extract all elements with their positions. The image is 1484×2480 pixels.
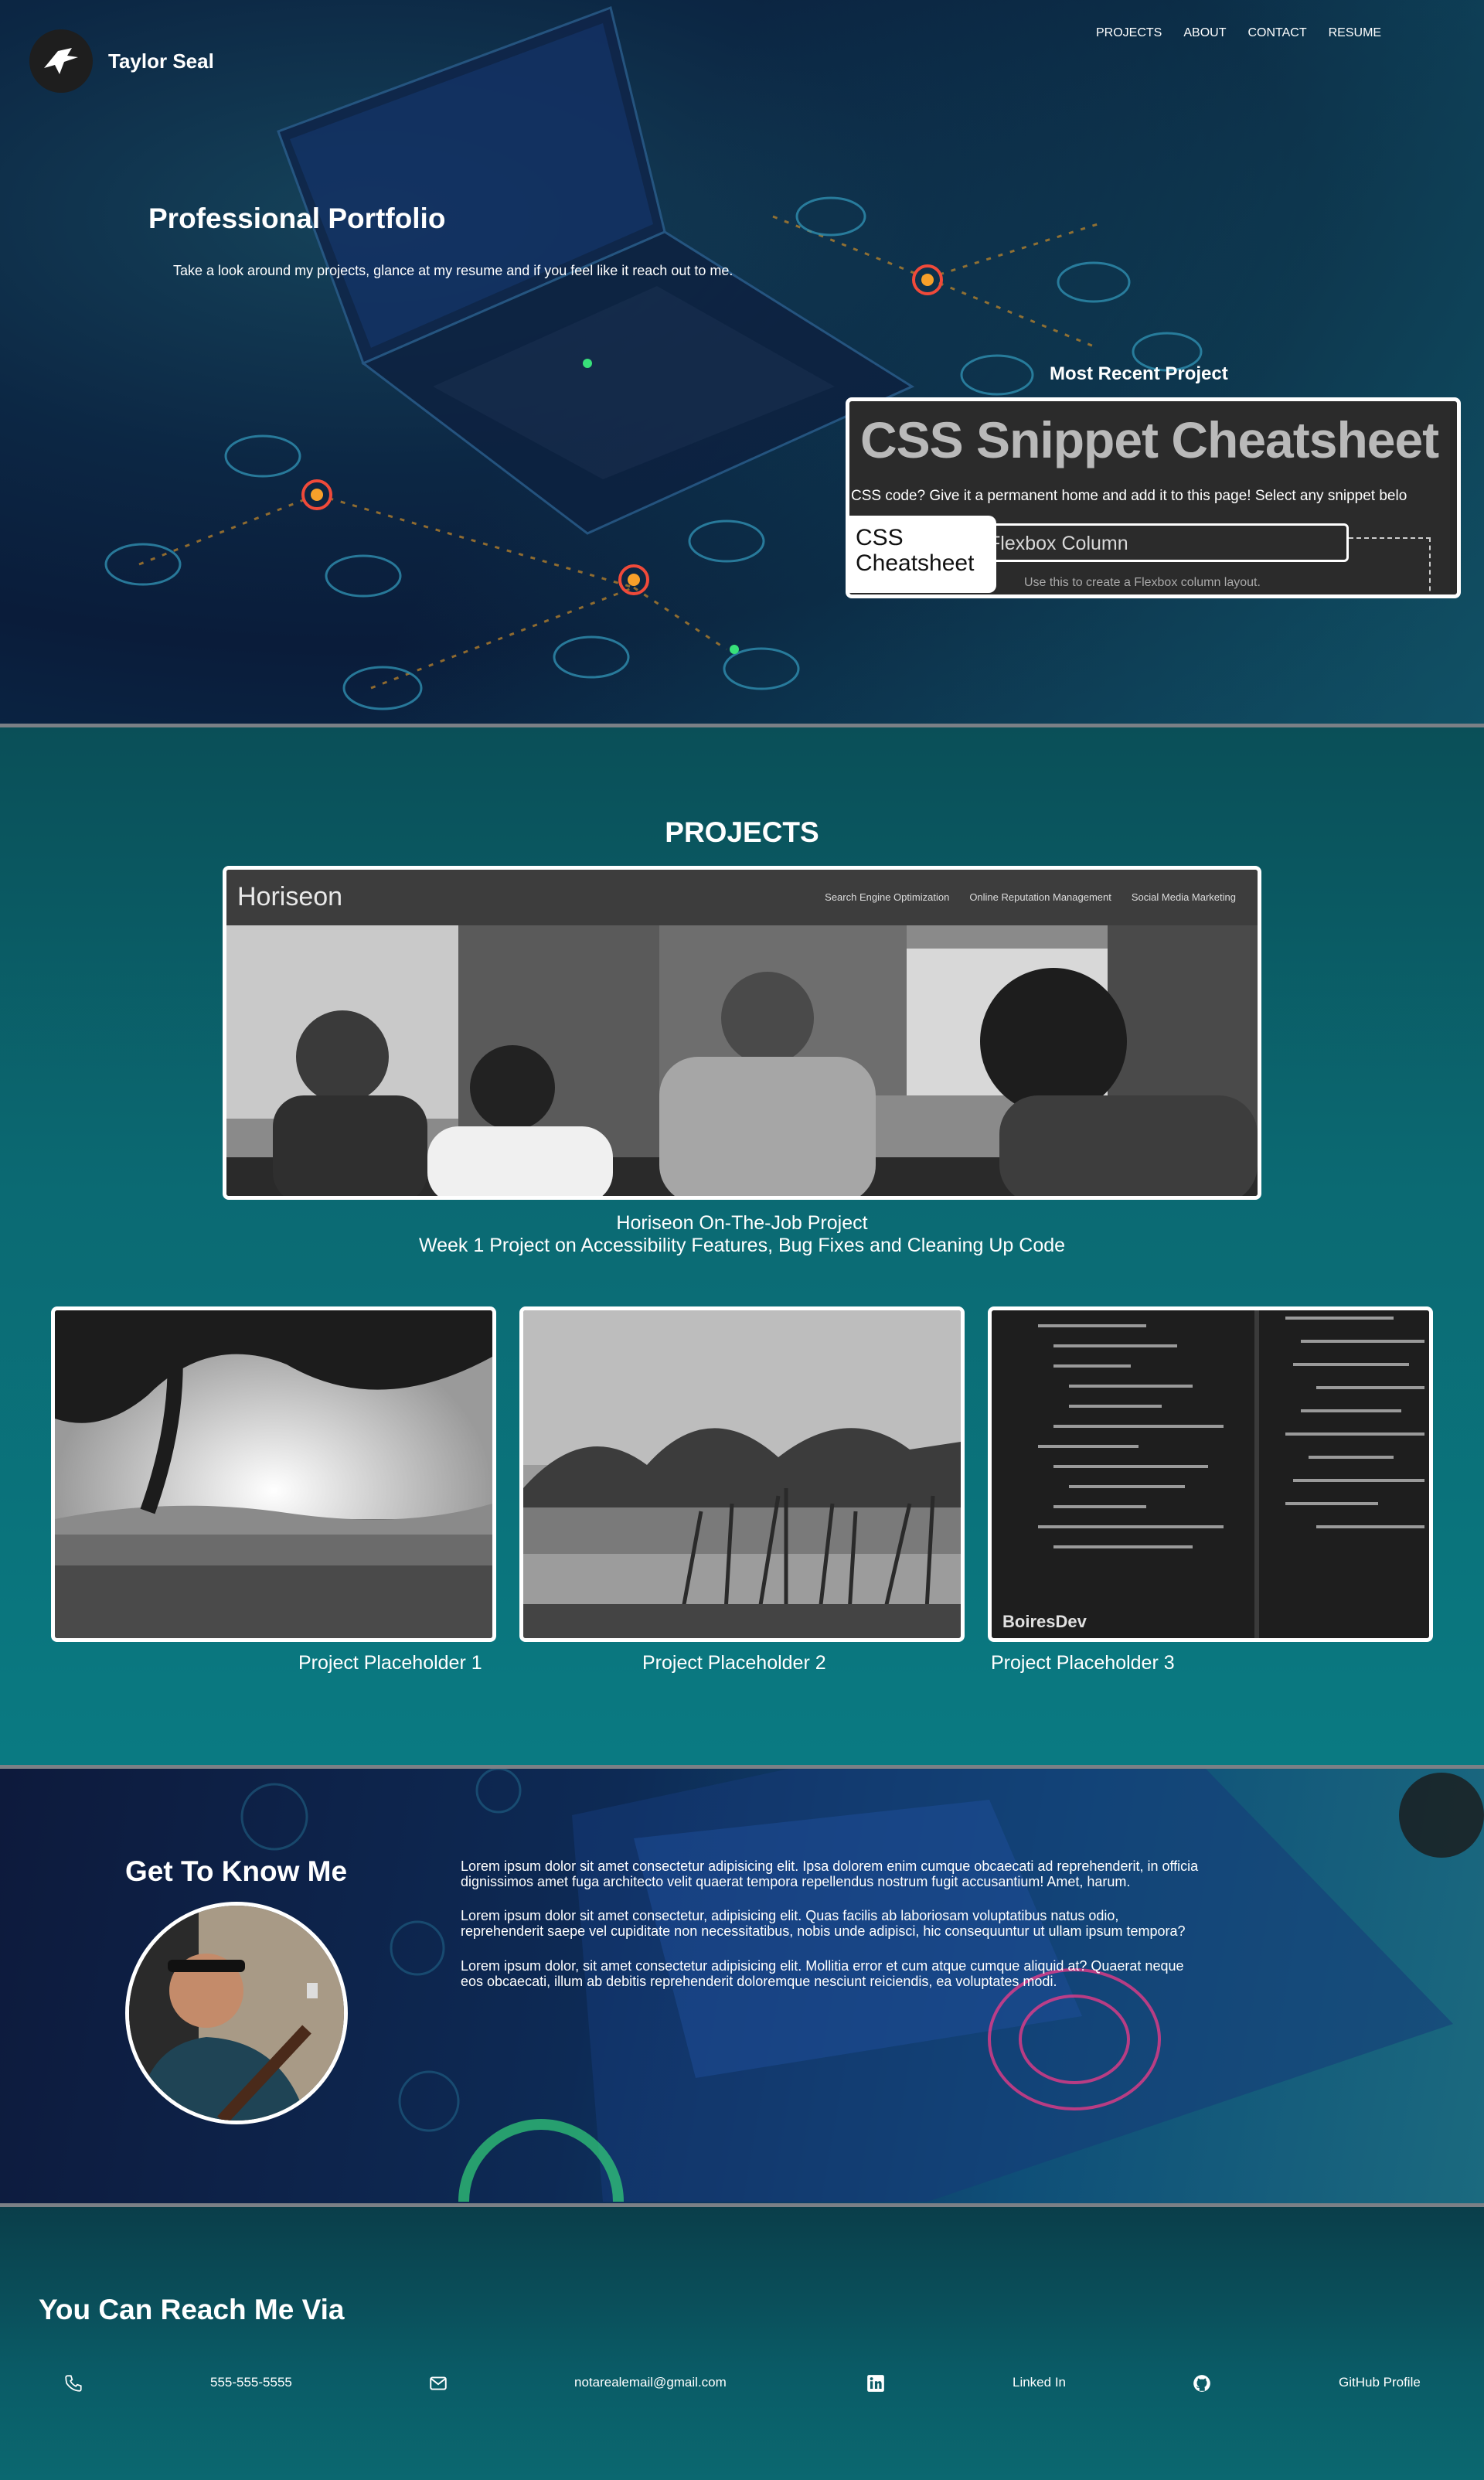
about-title: Get To Know Me bbox=[125, 1855, 348, 1887]
email-link[interactable]: notarealemail@gmail.com bbox=[574, 2375, 727, 2390]
team-meeting-photo bbox=[226, 925, 1258, 1196]
featured-project-caption: Horiseon On-The-Job Project Week 1 Proje… bbox=[0, 1212, 1484, 1257]
most-recent-project-label: Most Recent Project bbox=[1050, 363, 1228, 384]
project-placeholder-1-caption: Project Placeholder 1 bbox=[298, 1652, 482, 1674]
boiresdev-watermark: BoiresDev bbox=[1002, 1612, 1087, 1631]
profile-photo bbox=[129, 1906, 344, 2121]
project-placeholder-3-image[interactable]: BoiresDev bbox=[988, 1306, 1433, 1642]
brand-name[interactable]: Taylor Seal bbox=[108, 49, 214, 73]
hero-subtitle: Take a look around my projects, glance a… bbox=[173, 263, 733, 278]
project-placeholder-3-caption: Project Placeholder 3 bbox=[991, 1652, 1175, 1674]
landscape-tree-photo bbox=[55, 1310, 492, 1638]
horiseon-link-smm: Social Media Marketing bbox=[1131, 891, 1236, 903]
about-paragraph-3: Lorem ipsum dolor, sit amet consectetur … bbox=[461, 1957, 1184, 1989]
featured-caption-line2: Week 1 Project on Accessibility Features… bbox=[418, 1234, 1066, 1256]
avatar bbox=[125, 1902, 348, 2124]
phone-link[interactable]: 555-555-5555 bbox=[210, 2375, 292, 2390]
hero-section: Taylor Seal PROJECTS ABOUT CONTACT RESUM… bbox=[0, 0, 1484, 724]
contact-section: You Can Reach Me Via 555-555-5555 notare… bbox=[0, 2207, 1484, 2480]
projects-section: PROJECTS Horiseon Search Engine Optimiza… bbox=[0, 727, 1484, 1765]
horiseon-header: Horiseon Search Engine Optimization Onli… bbox=[226, 870, 1258, 925]
project-placeholder-1-image[interactable] bbox=[51, 1306, 496, 1642]
phone-icon[interactable] bbox=[63, 2373, 83, 2393]
section-divider bbox=[0, 724, 1484, 727]
github-icon[interactable] bbox=[1192, 2373, 1212, 2393]
nav-about[interactable]: ABOUT bbox=[1183, 26, 1226, 40]
github-link[interactable]: GitHub Profile bbox=[1339, 2375, 1421, 2390]
nav-contact[interactable]: CONTACT bbox=[1247, 26, 1306, 40]
section-divider bbox=[0, 1765, 1484, 1769]
contact-title: You Can Reach Me Via bbox=[39, 2294, 345, 2325]
horiseon-links: Search Engine Optimization Online Reputa… bbox=[825, 891, 1236, 903]
hero-background-art bbox=[104, 6, 1203, 710]
logo-icon[interactable] bbox=[29, 29, 93, 93]
nav-projects[interactable]: PROJECTS bbox=[1096, 26, 1162, 40]
project-placeholder-2-caption: Project Placeholder 2 bbox=[642, 1652, 826, 1674]
recent-card-tag: CSS Cheatsheet bbox=[849, 516, 996, 593]
code-screen-photo: BoiresDev bbox=[992, 1310, 1429, 1638]
featured-caption-line1: Horiseon On-The-Job Project bbox=[616, 1212, 868, 1234]
horiseon-link-orm: Online Reputation Management bbox=[969, 891, 1111, 903]
project-placeholder-2-image[interactable] bbox=[519, 1306, 965, 1642]
hero-title: Professional Portfolio bbox=[148, 203, 446, 234]
about-section: Get To Know Me Lorem ipsum dolor sit ame… bbox=[0, 1769, 1484, 2203]
nav-resume[interactable]: RESUME bbox=[1329, 26, 1381, 40]
recent-card-heading: CSS Snippet Cheatsheet bbox=[860, 411, 1439, 468]
main-nav: PROJECTS ABOUT CONTACT RESUME bbox=[1096, 26, 1381, 40]
most-recent-project-card[interactable]: CSS Snippet Cheatsheet CSS code? Give it… bbox=[846, 397, 1461, 598]
brand[interactable]: Taylor Seal bbox=[29, 29, 214, 93]
featured-project-image[interactable]: Horiseon Search Engine Optimization Onli… bbox=[223, 866, 1261, 1200]
about-paragraph-2: Lorem ipsum dolor sit amet consectetur, … bbox=[461, 1908, 1186, 1940]
horiseon-brand: Horiseon bbox=[237, 882, 343, 911]
recent-card-text: CSS code? Give it a permanent home and a… bbox=[851, 488, 1407, 504]
recent-card-hint: Use this to create a Flexbox column layo… bbox=[1024, 576, 1261, 589]
section-divider bbox=[0, 2203, 1484, 2207]
email-icon[interactable] bbox=[428, 2373, 448, 2393]
linkedin-icon[interactable] bbox=[866, 2373, 886, 2393]
horiseon-link-seo: Search Engine Optimization bbox=[825, 891, 950, 903]
about-paragraphs: Lorem ipsum dolor sit amet consectetur a… bbox=[461, 1858, 1203, 2008]
lake-reeds-photo bbox=[523, 1310, 961, 1638]
about-paragraph-1: Lorem ipsum dolor sit amet consectetur a… bbox=[461, 1858, 1199, 1890]
recent-card-dashed-connector bbox=[1349, 537, 1431, 594]
projects-title: PROJECTS bbox=[665, 816, 819, 848]
linkedin-link[interactable]: Linked In bbox=[1013, 2375, 1066, 2390]
recent-card-snippet-label: Flexbox Column bbox=[989, 533, 1128, 554]
